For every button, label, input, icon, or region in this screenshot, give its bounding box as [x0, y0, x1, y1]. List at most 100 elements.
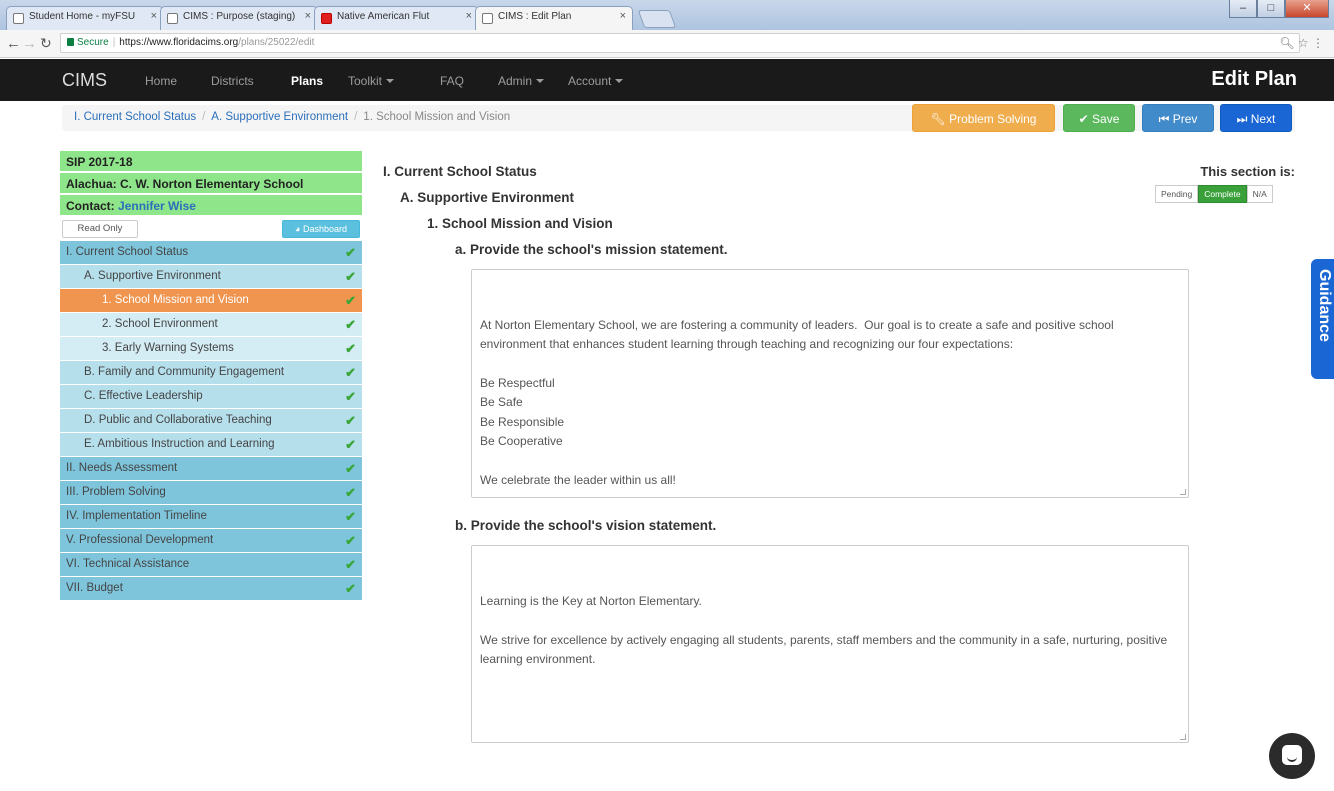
sidebar-item-ambitious-instruction[interactable]: E. Ambitious Instruction and Learning ✔: [60, 433, 362, 457]
close-tab-icon[interactable]: ×: [620, 10, 626, 22]
checkmark-icon: ✔: [345, 581, 356, 596]
plan-sidebar: SIP 2017-18 Alachua: C. W. Norton Elemen…: [60, 151, 362, 601]
resize-handle-icon[interactable]: [1180, 734, 1186, 740]
nav-account-label: Account: [568, 74, 612, 88]
sidebar-item-collaborative-teaching[interactable]: D. Public and Collaborative Teaching ✔: [60, 409, 362, 433]
status-na-button[interactable]: N/A: [1246, 185, 1273, 203]
checkmark-icon: ✔: [345, 485, 356, 500]
checkmark-icon: ✔: [345, 389, 356, 404]
sidebar-item-family-community[interactable]: B. Family and Community Engagement ✔: [60, 361, 362, 385]
nav-admin[interactable]: Admin: [498, 74, 545, 88]
browser-tab[interactable]: CIMS : Purpose (staging) ×: [160, 6, 318, 30]
favicon-icon: [13, 13, 24, 24]
read-only-button[interactable]: Read Only: [62, 220, 138, 238]
nav-faq[interactable]: FAQ: [440, 74, 464, 88]
sidebar-item-mission-vision[interactable]: 1. School Mission and Vision ✔: [60, 289, 362, 313]
contact-name[interactable]: Jennifer Wise: [118, 199, 196, 213]
status-pending-button[interactable]: Pending: [1155, 185, 1199, 203]
sidebar-item-needs-assessment[interactable]: II. Needs Assessment ✔: [60, 457, 362, 481]
close-tab-icon[interactable]: ×: [151, 10, 157, 22]
prev-button[interactable]: ⏮ Prev: [1142, 104, 1214, 132]
browser-tab[interactable]: Student Home - myFSU ×: [6, 6, 164, 30]
brand-logo[interactable]: CIMS: [62, 70, 107, 91]
next-button[interactable]: ⏭ Next: [1220, 104, 1292, 132]
vision-statement-text: Learning is the Key at Norton Elementary…: [480, 593, 1168, 667]
checkmark-icon: ✔: [345, 461, 356, 476]
nav-admin-label: Admin: [498, 74, 533, 88]
dashboard-label: Dashboard: [302, 224, 347, 234]
nav-districts[interactable]: Districts: [211, 74, 254, 88]
checkmark-icon: ✔: [345, 293, 356, 308]
minimize-icon[interactable]: –: [1229, 0, 1257, 18]
nav-account[interactable]: Account: [568, 74, 624, 88]
lock-icon: [67, 38, 74, 46]
zoom-star-icons[interactable]: 🔍︎ ☆ ⋮: [1279, 36, 1324, 50]
sidebar-item-professional-development[interactable]: V. Professional Development ✔: [60, 529, 362, 553]
forward-icon[interactable]: →: [22, 35, 37, 52]
prev-label: Prev: [1172, 112, 1198, 126]
sidebar-item-school-environment[interactable]: 2. School Environment ✔: [60, 313, 362, 337]
sidebar-item-label: B. Family and Community Engagement: [84, 366, 285, 378]
checkmark-icon: ✔: [345, 341, 356, 356]
sidebar-item-current-school-status[interactable]: I. Current School Status ✔: [60, 241, 362, 265]
sidebar-item-label: IV. Implementation Timeline: [66, 510, 207, 522]
fast-backward-icon: ⏮: [1158, 112, 1173, 126]
guidance-tab[interactable]: Guidance: [1311, 259, 1334, 379]
nav-toolkit-label: Toolkit: [348, 74, 383, 88]
tab-title: Native American Flut: [337, 11, 430, 22]
tab-title: Student Home - myFSU: [29, 11, 136, 22]
caret-down-icon: [386, 79, 395, 83]
caret-down-icon: [536, 79, 545, 83]
chat-bubble-icon: [1282, 745, 1302, 765]
sidebar-item-implementation-timeline[interactable]: IV. Implementation Timeline ✔: [60, 505, 362, 529]
back-icon[interactable]: ←: [6, 35, 21, 52]
close-tab-icon[interactable]: ×: [466, 10, 472, 22]
reload-icon[interactable]: ↻: [40, 35, 52, 52]
browser-tab-strip: Student Home - myFSU × CIMS : Purpose (s…: [0, 0, 1334, 30]
mission-statement-textarea[interactable]: At Norton Elementary School, we are fost…: [471, 269, 1189, 498]
sidebar-item-label: II. Needs Assessment: [66, 462, 178, 474]
new-tab-button[interactable]: [637, 10, 677, 28]
browser-tab-active[interactable]: CIMS : Edit Plan ×: [475, 6, 633, 30]
vision-statement-textarea[interactable]: Learning is the Key at Norton Elementary…: [471, 545, 1189, 743]
sidebar-item-label: 2. School Environment: [102, 318, 218, 330]
school-name: Alachua: C. W. Norton Elementary School: [60, 173, 362, 195]
close-window-icon[interactable]: ✕: [1285, 0, 1329, 18]
sidebar-item-effective-leadership[interactable]: C. Effective Leadership ✔: [60, 385, 362, 409]
mission-question-label: a. Provide the school's mission statemen…: [455, 242, 728, 257]
checkmark-icon: ✔: [345, 437, 356, 452]
page-title: Edit Plan: [1211, 68, 1297, 90]
sidebar-item-budget[interactable]: VII. Budget ✔: [60, 577, 362, 601]
chat-icon[interactable]: [1269, 733, 1315, 779]
sidebar-item-technical-assistance[interactable]: VI. Technical Assistance ✔: [60, 553, 362, 577]
checkmark-icon: ✔: [345, 533, 356, 548]
page-icon: [482, 13, 493, 24]
close-tab-icon[interactable]: ×: [305, 10, 311, 22]
next-label: Next: [1250, 112, 1276, 126]
sidebar-item-label: 1. School Mission and Vision: [102, 294, 249, 306]
url-input[interactable]: Secure | https://www.floridacims.org/plans…: [60, 33, 1300, 53]
breadcrumb-section[interactable]: I. Current School Status: [74, 111, 196, 123]
page-icon: [167, 13, 178, 24]
tab-title: CIMS : Edit Plan: [498, 11, 572, 22]
dashboard-button[interactable]: ◕ Dashboard: [282, 220, 360, 238]
breadcrumb-subsection[interactable]: A. Supportive Environment: [211, 111, 348, 123]
browser-tab[interactable]: Native American Flut ×: [314, 6, 479, 30]
checkmark-icon: ✔: [345, 365, 356, 380]
sidebar-item-early-warning[interactable]: 3. Early Warning Systems ✔: [60, 337, 362, 361]
nav-home[interactable]: Home: [145, 74, 177, 88]
nav-plans[interactable]: Plans: [291, 74, 323, 88]
sidebar-item-label: D. Public and Collaborative Teaching: [84, 414, 272, 426]
sidebar-item-label: A. Supportive Environment: [84, 270, 221, 282]
resize-handle-icon[interactable]: [1180, 489, 1186, 495]
sidebar-item-label: E. Ambitious Instruction and Learning: [84, 438, 275, 450]
mission-statement-text: At Norton Elementary School, we are fost…: [480, 317, 1114, 488]
problem-solving-button[interactable]: 🔧︎ Problem Solving: [912, 104, 1055, 132]
status-complete-button[interactable]: Complete: [1198, 185, 1247, 203]
sidebar-item-supportive-environment[interactable]: A. Supportive Environment ✔: [60, 265, 362, 289]
sidebar-item-problem-solving[interactable]: III. Problem Solving ✔: [60, 481, 362, 505]
maximize-icon[interactable]: □: [1257, 0, 1285, 18]
guidance-label: Guidance: [1316, 269, 1333, 342]
save-button[interactable]: ✔ Save: [1063, 104, 1135, 132]
nav-toolkit[interactable]: Toolkit: [348, 74, 395, 88]
